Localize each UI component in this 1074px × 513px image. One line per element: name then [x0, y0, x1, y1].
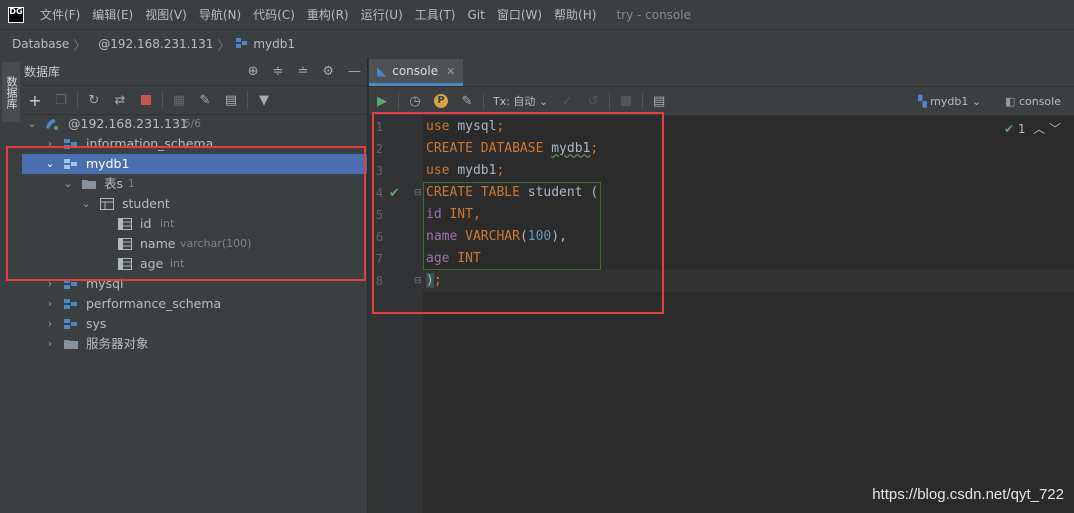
- commit-icon[interactable]: ✓: [554, 90, 580, 112]
- menu-file[interactable]: 文件(F): [34, 6, 86, 23]
- table-icon[interactable]: ▦: [166, 89, 192, 111]
- datagrip-logo-icon: DG: [8, 6, 24, 23]
- schema-icon: [236, 38, 248, 48]
- chevron-up-icon[interactable]: ︿: [1033, 122, 1045, 136]
- tree-label: 服务器对象: [86, 336, 149, 351]
- chevron-down-icon: ⌄: [538, 95, 549, 108]
- menu-view[interactable]: 视图(V): [139, 6, 193, 23]
- tree-node-sys[interactable]: › sys: [22, 314, 367, 334]
- tree-label: sys: [86, 316, 107, 331]
- schema-icon: [64, 319, 77, 329]
- tree-node-server-objects[interactable]: › 服务器对象: [22, 334, 367, 354]
- console-file-icon: ◣: [377, 64, 387, 78]
- menu-code[interactable]: 代码(C): [247, 6, 301, 23]
- copy-icon[interactable]: ❐: [48, 89, 74, 111]
- tab-console[interactable]: ◣ console ✕: [369, 59, 464, 86]
- editor-tabbar: ◣ console ✕: [369, 58, 1074, 87]
- menu-window[interactable]: 窗口(W): [491, 6, 548, 23]
- collapse-all-icon[interactable]: ≐: [297, 64, 308, 79]
- chevron-down-icon: ⌄: [971, 94, 982, 108]
- schema-selector[interactable]: ▚ mydb1 ⌄: [912, 95, 987, 108]
- mysql-datasource-icon: [46, 119, 58, 130]
- panel-header: 数据库 ⊕ ≑ ≐ ⚙ —: [22, 58, 367, 86]
- tree-label: @192.168.231.131: [68, 116, 188, 131]
- breadcrumb-separator-icon: 〉: [217, 38, 231, 54]
- console-icon[interactable]: ▤: [218, 89, 244, 111]
- menu-refactor[interactable]: 重构(R): [301, 6, 355, 23]
- schema-sync-icon[interactable]: ⇄: [107, 89, 133, 111]
- inspection-count: 1: [1017, 122, 1026, 136]
- inspection-widget[interactable]: ✔ 1 ︿ ﹀: [1004, 120, 1061, 137]
- tree-label: performance_schema: [86, 296, 222, 311]
- gear-icon[interactable]: ⚙: [322, 64, 334, 79]
- annotation-box-tree: [6, 146, 366, 281]
- breadcrumb-database[interactable]: Database: [0, 37, 73, 51]
- chevron-right-icon[interactable]: ›: [44, 314, 56, 334]
- expand-all-icon[interactable]: ≑: [273, 64, 284, 79]
- schema-selector-label: mydb1: [930, 94, 969, 108]
- chevron-right-icon[interactable]: ›: [44, 294, 56, 314]
- watermark: https://blog.csdn.net/qyt_722: [872, 486, 1064, 503]
- tool-window-strip: 数据库: [0, 58, 23, 513]
- wrench-icon[interactable]: ✎: [454, 90, 480, 112]
- session-selector-label: console: [1018, 94, 1061, 108]
- close-icon[interactable]: ✕: [446, 65, 455, 78]
- breadcrumb-schema-label: mydb1: [253, 37, 296, 51]
- window-title: try - console: [616, 7, 691, 22]
- history-icon[interactable]: ◷: [402, 90, 428, 112]
- menu-run[interactable]: 运行(U): [355, 6, 409, 23]
- database-tool-tab[interactable]: 数据库: [2, 62, 20, 122]
- panel-title: 数据库: [24, 65, 61, 79]
- target-icon[interactable]: ⊕: [248, 64, 259, 79]
- breadcrumb-host[interactable]: @192.168.231.131: [86, 37, 217, 51]
- chevron-right-icon[interactable]: ›: [44, 334, 56, 354]
- panel-toolbar: + ❐ ↻ ⇄ ▦ ✎ ▤ ▼: [22, 86, 367, 115]
- chevron-down-icon[interactable]: ﹀: [1049, 122, 1061, 136]
- menu-edit[interactable]: 编辑(E): [86, 6, 139, 23]
- schema-icon: [64, 299, 77, 309]
- session-icon: ◧: [1005, 94, 1016, 108]
- stop-icon[interactable]: [613, 90, 639, 112]
- transaction-mode-dropdown[interactable]: Tx: 自动 ⌄: [487, 93, 554, 109]
- tree-node-host[interactable]: ⌄ @192.168.231.131 5/6: [22, 114, 367, 134]
- breadcrumb: Database 〉 @192.168.231.131 〉 mydb1: [0, 29, 1074, 59]
- menu-tools[interactable]: 工具(T): [409, 6, 462, 23]
- rollback-icon[interactable]: ↺: [580, 90, 606, 112]
- session-selector[interactable]: ◧ console: [999, 95, 1067, 108]
- filter-icon[interactable]: ▼: [251, 89, 277, 111]
- chevron-down-icon[interactable]: ⌄: [26, 114, 38, 134]
- refresh-icon[interactable]: ↻: [81, 89, 107, 111]
- tree-node-performance-schema[interactable]: › performance_schema: [22, 294, 367, 314]
- tab-label: console: [392, 64, 439, 78]
- menu-git[interactable]: Git: [461, 8, 490, 22]
- stop-icon[interactable]: [133, 89, 159, 111]
- schema-icon: ▚: [918, 94, 927, 108]
- breadcrumb-separator-icon: 〉: [73, 38, 87, 54]
- folder-icon: [64, 340, 78, 349]
- menu-navigate[interactable]: 导航(N): [193, 6, 247, 23]
- breadcrumb-schema[interactable]: mydb1: [230, 37, 299, 51]
- output-icon[interactable]: ▤: [646, 90, 672, 112]
- menu-help[interactable]: 帮助(H): [548, 6, 602, 23]
- minimize-icon[interactable]: —: [348, 64, 361, 79]
- edit-icon[interactable]: ✎: [192, 89, 218, 111]
- database-panel: 数据库 ⊕ ≑ ≐ ⚙ — + ❐ ↻ ⇄ ▦ ✎ ▤ ▼ ⌄ @192.168…: [22, 58, 367, 513]
- menu-bar: DG 文件(F) 编辑(E) 视图(V) 导航(N) 代码(C) 重构(R) 运…: [0, 0, 1074, 29]
- tx-label: Tx: 自动: [493, 95, 536, 108]
- tree-count: 5/6: [184, 118, 201, 130]
- add-icon[interactable]: +: [22, 89, 48, 111]
- check-icon: ✔: [1003, 122, 1015, 136]
- execute-icon[interactable]: ▶: [369, 90, 395, 112]
- explain-plan-icon[interactable]: P: [428, 90, 454, 112]
- annotation-box-code: [372, 112, 664, 314]
